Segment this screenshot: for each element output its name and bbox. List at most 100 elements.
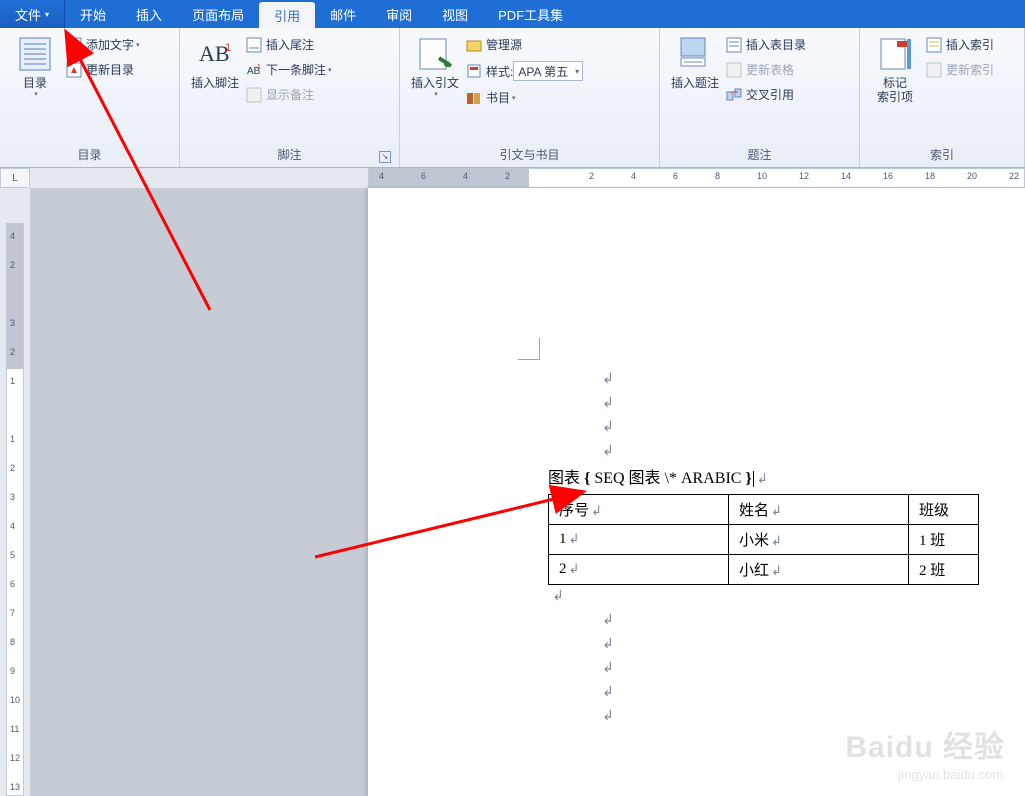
vertical-ruler[interactable]: 4232112345678910111213 [6, 223, 24, 796]
paragraph-mark: ↲ [578, 633, 638, 657]
toc-button[interactable]: 目录 [6, 32, 64, 98]
insert-caption-button[interactable]: 插入题注 [666, 32, 724, 90]
group-footnotes: AB1 插入脚注 插入尾注 AB1 下一条脚注 [180, 28, 400, 167]
horizontal-ruler[interactable]: 4642246810121416182022 [368, 168, 1025, 188]
insert-tof-button[interactable]: 插入表目录 [724, 34, 808, 55]
insert-citation-button[interactable]: 插入引文 [406, 32, 464, 98]
tab-insert[interactable]: 插入 [121, 0, 177, 28]
update-tof-button: 更新表格 [724, 59, 808, 80]
insert-citation-label: 插入引文 [411, 76, 459, 90]
group-citations: 插入引文 管理源 样式: APA 第五 [400, 28, 660, 167]
group-footnotes-label: 脚注 ↘ [186, 144, 393, 167]
tab-selector[interactable]: L [0, 168, 30, 188]
insert-caption-label: 插入题注 [671, 76, 719, 90]
update-tof-icon [726, 62, 742, 78]
group-index: 标记索引项 插入索引 更新索引 索引 [860, 28, 1025, 167]
ruler-area: L 4642246810121416182022 [0, 168, 1025, 188]
field-close-brace: } [745, 470, 751, 487]
cross-ref-label: 交叉引用 [746, 86, 794, 103]
table-row[interactable]: 2↲ 小红↲ 2 班 [549, 555, 979, 585]
update-toc-icon [66, 62, 82, 78]
caption-field-line[interactable]: 图表 { SEQ 图表 \* ARABIC }↲ [548, 464, 1025, 488]
text-cursor [753, 471, 754, 487]
tab-mail[interactable]: 邮件 [315, 0, 371, 28]
table-cell: 1 班 [919, 533, 945, 549]
table-header-cell: 序号 [559, 503, 589, 519]
update-toc-label: 更新目录 [86, 61, 134, 78]
bibliography-label: 书目 [486, 89, 510, 106]
insert-index-icon [926, 37, 942, 53]
document-table[interactable]: 序号↲ 姓名↲ 班级 1↲ 小米↲ 1 班 2↲ 小红↲ 2 班 [548, 494, 979, 585]
endnote-icon [246, 37, 262, 53]
footnotes-launcher[interactable]: ↘ [379, 151, 391, 163]
ribbon: 目录 + 添加文字 更新目录 目录 [0, 28, 1025, 168]
tab-home[interactable]: 开始 [65, 0, 121, 28]
next-footnote-button[interactable]: AB1 下一条脚注 [244, 59, 334, 80]
tab-view[interactable]: 视图 [427, 0, 483, 28]
cross-ref-button[interactable]: 交叉引用 [724, 84, 808, 105]
insert-index-button[interactable]: 插入索引 [924, 34, 996, 55]
show-notes-button: 显示备注 [244, 84, 334, 105]
update-index-icon [926, 62, 942, 78]
next-footnote-icon: AB1 [246, 62, 262, 78]
group-citations-label: 引文与书目 [406, 144, 653, 167]
add-text-button[interactable]: + 添加文字 [64, 34, 142, 55]
table-row[interactable]: 序号↲ 姓名↲ 班级 [549, 495, 979, 525]
manage-sources-label: 管理源 [486, 36, 522, 53]
tab-file[interactable]: 文件 [0, 0, 65, 28]
bibliography-button[interactable]: 书目 [464, 87, 585, 108]
tab-pdf-tools[interactable]: PDF工具集 [483, 0, 578, 28]
paragraph-mark: ↲ [578, 416, 638, 440]
caption-prefix: 图表 [548, 470, 584, 487]
paragraph-mark: ↲ [578, 392, 638, 416]
seq-field-code: SEQ 图表 \* ARABIC [590, 470, 745, 487]
caption-icon [677, 36, 713, 72]
table-header-cell: 班级 [919, 503, 949, 519]
update-toc-button[interactable]: 更新目录 [64, 59, 142, 80]
paragraph-mark: ↲ [548, 585, 568, 609]
watermark-brand: Baidu 经验 [845, 722, 1005, 766]
tab-review[interactable]: 审阅 [371, 0, 427, 28]
svg-text:+: + [69, 41, 75, 52]
show-notes-icon [246, 87, 262, 103]
add-text-label: 添加文字 [86, 36, 134, 53]
document-background [30, 188, 368, 796]
group-toc-label: 目录 [6, 144, 173, 167]
show-notes-label: 显示备注 [266, 86, 314, 103]
insert-endnote-label: 插入尾注 [266, 36, 314, 53]
table-cell: 1 [559, 531, 567, 547]
bibliography-icon [466, 90, 482, 106]
table-cell: 2 [559, 561, 567, 577]
edit-area: 4232112345678910111213 ↲ ↲ ↲ ↲ 图表 { SEQ … [0, 188, 1025, 796]
insert-footnote-label: 插入脚注 [191, 76, 239, 90]
group-toc: 目录 + 添加文字 更新目录 目录 [0, 28, 180, 167]
tab-references[interactable]: 引用 [259, 2, 315, 28]
group-index-label: 索引 [866, 144, 1018, 167]
style-icon [466, 63, 482, 79]
citation-style-select[interactable]: APA 第五 [513, 61, 583, 81]
table-row[interactable]: 1↲ 小米↲ 1 班 [549, 525, 979, 555]
citation-style-row: 样式: APA 第五 [464, 59, 585, 83]
mark-entry-label: 标记索引项 [877, 76, 913, 104]
paragraph-mark: ↲ [578, 609, 638, 633]
tab-page-layout[interactable]: 页面布局 [177, 0, 259, 28]
toc-button-label: 目录 [23, 76, 47, 90]
citation-icon [417, 36, 453, 72]
table-cell: 小红 [739, 563, 769, 579]
table-header-cell: 姓名 [739, 503, 769, 519]
next-footnote-label: 下一条脚注 [266, 61, 326, 78]
svg-text:1: 1 [225, 42, 231, 54]
mark-index-entry-button[interactable]: 标记索引项 [866, 32, 924, 104]
insert-index-label: 插入索引 [946, 36, 994, 53]
insert-footnote-button[interactable]: AB1 插入脚注 [186, 32, 244, 90]
update-tof-label: 更新表格 [746, 61, 794, 78]
document-page[interactable]: ↲ ↲ ↲ ↲ 图表 { SEQ 图表 \* ARABIC }↲ 序号↲ 姓名↲… [368, 188, 1025, 796]
paragraph-mark: ↲ [578, 440, 638, 464]
manage-sources-button[interactable]: 管理源 [464, 34, 585, 55]
update-index-button: 更新索引 [924, 59, 996, 80]
mark-entry-icon [877, 36, 913, 72]
insert-endnote-button[interactable]: 插入尾注 [244, 34, 334, 55]
paragraph-mark: ↲ [578, 705, 638, 729]
toc-icon [17, 36, 53, 72]
svg-text:1: 1 [257, 64, 261, 71]
